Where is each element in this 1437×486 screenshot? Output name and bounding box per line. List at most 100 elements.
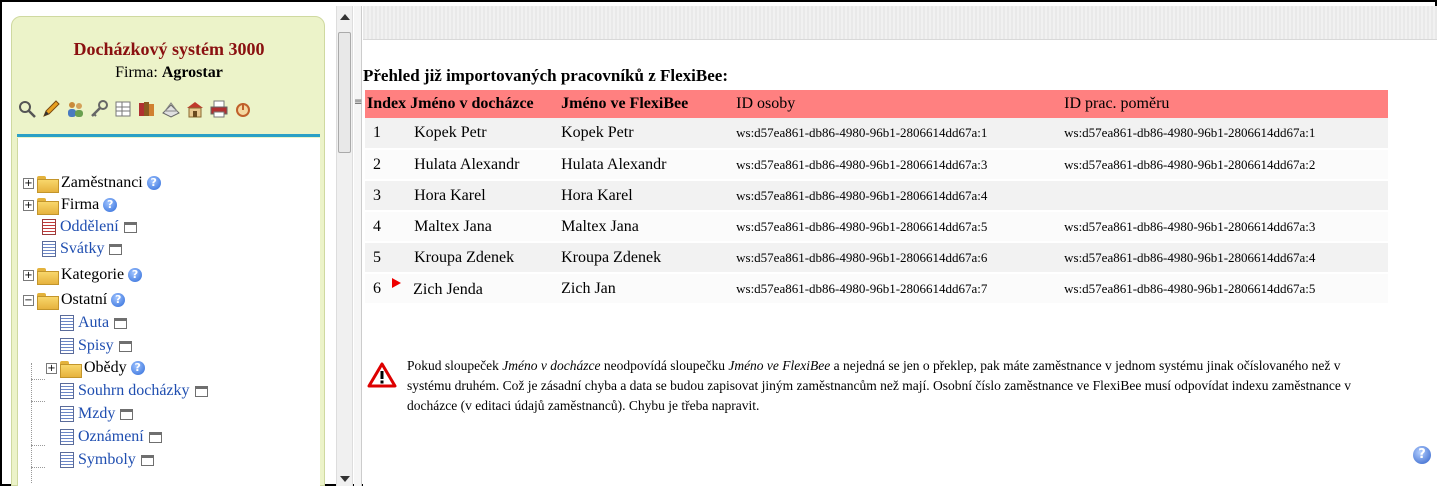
tree-item-label[interactable]: Mzdy [78,405,115,423]
open-window-icon[interactable] [118,340,132,352]
index-cell: 3 [365,180,409,212]
name-attendance-cell: Kroupa Zdenek [408,242,560,274]
table-row[interactable]: 6 Zich Jenda Zich Jan ws:d57ea861-db86-4980… [365,273,1389,305]
tree-item-label[interactable]: Svátky [60,240,104,258]
navigation-tree: + Zaměstnanci ? + Firma ? Oddělení Svátk… [17,138,320,486]
tree-item-oddeleni[interactable]: Oddělení [42,216,137,238]
imported-employees-table: Index Jméno v docházce Jméno ve FlexiBee… [365,90,1389,305]
name-attendance-cell: Hulata Alexandr [408,149,560,181]
help-icon[interactable]: ? [146,176,161,190]
sidebar-scrollbar[interactable] [336,6,353,486]
folder-icon [37,267,59,285]
name-flexibee-cell: Zich Jan [559,273,735,305]
scroll-up-arrow-icon[interactable] [340,14,350,20]
table-row[interactable]: 4 Maltex Jana Maltex Jana ws:d57ea861-db86-… [365,211,1389,243]
tree-item-kategorie[interactable]: + Kategorie ? [23,264,143,286]
name-attendance-cell: Hora Karel [408,180,560,212]
splitter-grip-icon[interactable]: ≡ [354,97,362,108]
tree-item-label[interactable]: Spisy [78,337,114,355]
tree-item-oznameni[interactable]: Oznámení [60,426,162,448]
name-flexibee-cell: Kopek Petr [559,118,735,150]
help-icon[interactable]: ? [103,198,118,212]
search-icon[interactable] [16,98,38,120]
open-window-icon[interactable] [109,243,123,255]
collapse-toggle[interactable]: − [23,294,34,306]
tree-item-auta[interactable]: Auta [60,312,128,334]
table-row[interactable]: 5 Kroupa Zdenek Kroupa Zdenek ws:d57ea861-d… [365,242,1389,274]
section-title: Přehled již importovaných pracovníků z F… [363,66,728,85]
books-icon[interactable] [136,98,158,120]
pencil-icon[interactable] [40,98,62,120]
tree-item-label: Kategorie [61,266,125,283]
tree-item-label[interactable]: Symboly [78,451,136,469]
warning-text-part: Pokud sloupeček [407,358,503,373]
warning-icon [367,362,397,388]
name-attendance-cell: Maltex Jana [408,211,560,243]
building-icon[interactable] [184,98,206,120]
company-label: Firma: [115,64,158,81]
tree-item-spisy[interactable]: Spisy [60,335,132,357]
table-icon[interactable] [112,98,134,120]
document-icon [60,315,74,331]
open-window-icon[interactable] [140,454,154,466]
tree-item-symboly[interactable]: Symboly [60,449,154,471]
tree-item-firma[interactable]: + Firma ? [23,194,118,216]
tree-item-souhrn-dochazky[interactable]: Souhrn docházky [60,380,208,402]
table-row[interactable]: 1 Kopek Petr Kopek Petr ws:d57ea861-db86-49… [365,118,1389,150]
person-id-cell: ws:d57ea861-db86-4980-96b1-2806614dd67a:… [734,149,1063,181]
index-cell: 4 [365,211,409,243]
expand-toggle[interactable]: + [46,362,57,374]
column-header-name-attendance: Jméno v docházce [408,90,560,118]
tree-item-svatky[interactable]: Svátky [42,238,123,260]
document-icon [42,219,56,235]
tree-item-label[interactable]: Auta [78,314,109,332]
name-flexibee-cell: Hora Karel [559,180,735,212]
contract-id-cell: ws:d57ea861-db86-4980-96b1-2806614dd67a:… [1062,149,1389,181]
person-id-cell: ws:d57ea861-db86-4980-96b1-2806614dd67a:… [734,273,1063,305]
index-value: 4 [373,217,381,235]
open-window-icon[interactable] [120,408,134,420]
help-icon[interactable]: ? [128,268,143,282]
scroll-down-arrow-icon[interactable] [340,476,350,482]
key-icon[interactable] [88,98,110,120]
contract-id-cell [1062,180,1389,212]
person-id-cell: ws:d57ea861-db86-4980-96b1-2806614dd67a:… [734,211,1063,243]
expand-toggle[interactable]: + [23,269,34,281]
tree-item-zamestnanci[interactable]: + Zaměstnanci ? [23,172,161,194]
power-icon[interactable] [232,98,254,120]
name-value: Hora Karel [414,186,486,204]
app-window: Docházkový systém 3000 Firma: Agrostar +… [0,0,1437,486]
expand-toggle[interactable]: + [23,177,34,189]
table-row[interactable]: 2 Hulata Alexandr Hulata Alexandr ws:d57ea8… [365,149,1389,181]
table-row[interactable]: 3 Hora Karel Hora Karel ws:d57ea861-db86-49… [365,180,1389,212]
open-window-icon[interactable] [148,431,162,443]
help-icon[interactable]: ? [111,293,126,307]
warning-text-part: neodpovídá sloupečku [600,358,729,373]
tree-item-label[interactable]: Oznámení [78,428,144,446]
warning-text: Pokud sloupeček Jméno v docházce neodpov… [407,356,1377,416]
pane-splitter[interactable]: ≡ [354,6,362,486]
name-flexibee-cell: Maltex Jana [559,211,735,243]
scrollbar-thumb[interactable] [338,32,351,153]
index-cell: 2 [365,149,409,181]
index-value: 3 [373,186,381,204]
column-header-person-id: ID osoby [734,90,1063,118]
person-id-cell: ws:d57ea861-db86-4980-96b1-2806614dd67a:… [734,242,1063,274]
open-window-icon[interactable] [114,317,128,329]
expand-toggle[interactable]: + [23,199,34,211]
tree-item-mzdy[interactable]: Mzdy [60,403,134,425]
open-window-icon[interactable] [194,385,208,397]
top-bar [363,6,1437,40]
tree-item-label[interactable]: Souhrn docházky [78,382,190,400]
tree-item-label[interactable]: Oddělení [60,218,119,236]
printer-stack-icon[interactable] [160,98,182,120]
users-icon[interactable] [64,98,86,120]
open-window-icon[interactable] [123,221,137,233]
person-id-cell: ws:d57ea861-db86-4980-96b1-2806614dd67a:… [734,180,1063,212]
help-icon[interactable]: ? [1413,446,1431,464]
index-value: 6 [373,279,381,297]
help-icon[interactable]: ? [130,361,145,375]
tree-item-obedy[interactable]: + Obědy ? [46,357,145,379]
tree-item-ostatni[interactable]: − Ostatní ? [23,289,126,311]
print-icon[interactable] [208,98,230,120]
